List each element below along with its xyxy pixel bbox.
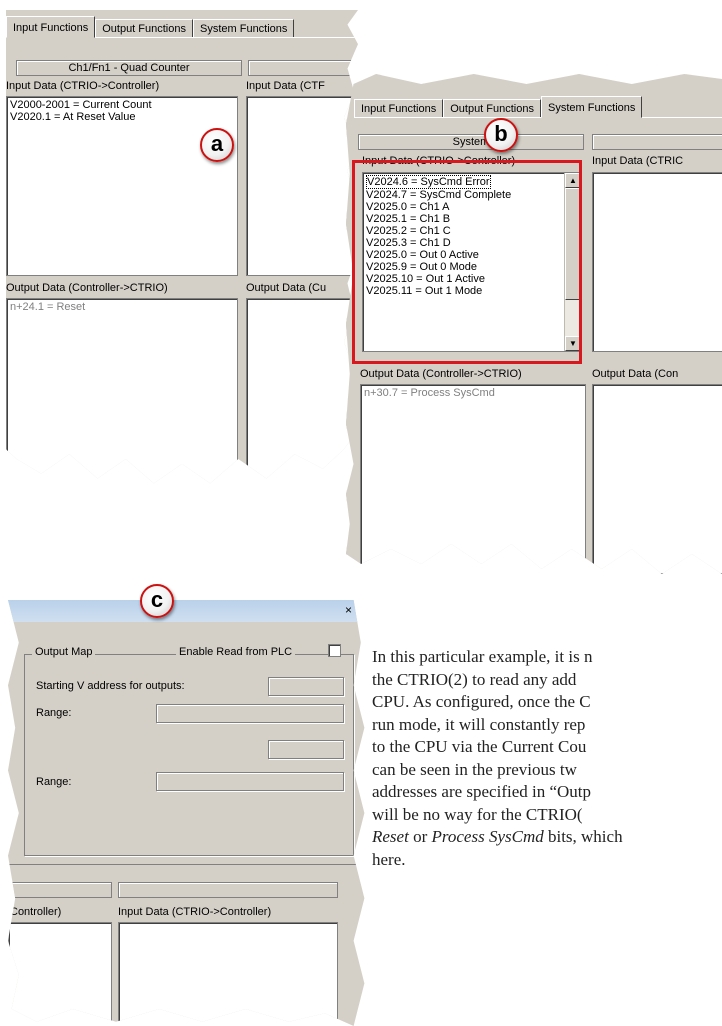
- paragraph-line: will be no way for the CTRIO(: [372, 804, 583, 824]
- tab-output-functions[interactable]: Output Functions: [95, 19, 193, 38]
- panel-a-window: Input Functions Output Functions System …: [6, 10, 358, 484]
- list-item[interactable]: n+24.1 = Reset: [10, 301, 234, 313]
- panel-b-tabbar: Input Functions Output Functions System …: [354, 94, 722, 118]
- group-title-2: [592, 134, 722, 150]
- divider: [8, 864, 365, 865]
- input-data-list[interactable]: V2000-2001 = Current Count V2020.1 = At …: [6, 96, 238, 276]
- tab-input-functions[interactable]: Input Functions: [6, 16, 96, 38]
- input-data-list-left[interactable]: [8, 922, 112, 1026]
- close-icon[interactable]: ×: [341, 604, 356, 618]
- paragraph-line: to the CPU via the Current Cou: [372, 737, 587, 756]
- paragraph-line: the CTRIO(2) to read any add: [372, 669, 577, 689]
- output-data-list[interactable]: n+24.1 = Reset: [6, 298, 238, 484]
- panel-a-tabbar: Input Functions Output Functions System …: [6, 14, 358, 38]
- output-data-label-2: Output Data (Con: [592, 368, 679, 380]
- process-syscmd-term: Process SysCmd: [431, 827, 544, 846]
- or-word: or: [408, 827, 432, 846]
- paragraph-line: run mode, it will constantly rep: [372, 714, 586, 734]
- output-data-list-2[interactable]: [246, 298, 358, 484]
- range-field-1[interactable]: [156, 704, 344, 723]
- start-address-field[interactable]: [268, 677, 344, 696]
- address-field-2[interactable]: [268, 740, 344, 759]
- range-label-2: Range:: [36, 776, 72, 788]
- output-data-label-2: Output Data (Cu: [246, 282, 327, 294]
- tab-input-functions[interactable]: Input Functions: [354, 99, 444, 118]
- group-title: System: [358, 134, 584, 150]
- input-data-label-2: Input Data (CTF: [246, 80, 325, 92]
- group-title-left: [8, 882, 112, 898]
- output-data-list[interactable]: n+30.7 = Process SysCmd: [360, 384, 586, 574]
- paragraph-line: can be seen in the previous tw: [372, 759, 577, 779]
- group-title-2: [248, 60, 358, 76]
- group-title-right: [118, 882, 338, 898]
- range-label-1: Range:: [36, 707, 72, 719]
- input-data-label: Input Data (CTRIO->Controller): [6, 80, 160, 92]
- group-title: Ch1/Fn1 - Quad Counter: [16, 60, 242, 76]
- list-item[interactable]: V2020.1 = At Reset Value: [10, 111, 234, 123]
- enable-read-label: Enable Read from PLC: [176, 646, 296, 658]
- title-bar: [8, 600, 365, 622]
- input-data-list-2[interactable]: [246, 96, 358, 276]
- reset-term: Reset: [372, 827, 409, 846]
- input-data-label: Input Data (CTRIO->Controller): [118, 906, 272, 918]
- tab-system-functions[interactable]: System Functions: [193, 19, 295, 38]
- panel-c-window: × Output Map Enable Read from PLC Starti…: [8, 600, 365, 1026]
- start-address-label: Starting V address for outputs:: [36, 680, 185, 692]
- list-item[interactable]: V2000-2001 = Current Count: [10, 99, 234, 111]
- paragraph-tail: bits, which: [543, 827, 623, 846]
- paragraph-line-9: Reset or Process SysCmd bits, which: [372, 826, 722, 849]
- input-data-list[interactable]: [118, 922, 338, 1026]
- paragraph-line: In this particular example, it is n: [372, 647, 593, 666]
- paragraph-line: CPU. As configured, once the C: [372, 692, 591, 711]
- paragraph-line: here.: [372, 849, 406, 869]
- output-data-list-2[interactable]: [592, 384, 722, 574]
- list-item[interactable]: n+30.7 = Process SysCmd: [364, 387, 582, 399]
- callout-a: a: [200, 128, 234, 162]
- tab-output-functions[interactable]: Output Functions: [443, 99, 541, 118]
- input-data-label-left: Controller): [10, 906, 62, 918]
- enable-read-checkbox[interactable]: [328, 644, 341, 657]
- paragraph-line: addresses are specified in “Outp: [372, 782, 592, 801]
- body-paragraph: In this particular example, it is n the …: [372, 646, 722, 871]
- input-data-label-2: Input Data (CTRIC: [592, 155, 684, 167]
- output-map-title: Output Map: [32, 646, 96, 658]
- range-field-2[interactable]: [156, 772, 344, 791]
- highlight-box: [352, 160, 582, 364]
- tab-system-functions[interactable]: System Functions: [541, 96, 643, 118]
- input-data-list-2[interactable]: [592, 172, 722, 352]
- tab-divider: [354, 117, 722, 118]
- callout-b: b: [484, 118, 518, 152]
- output-data-label: Output Data (Controller->CTRIO): [6, 282, 168, 294]
- callout-c: c: [140, 584, 174, 618]
- output-data-label: Output Data (Controller->CTRIO): [360, 368, 522, 380]
